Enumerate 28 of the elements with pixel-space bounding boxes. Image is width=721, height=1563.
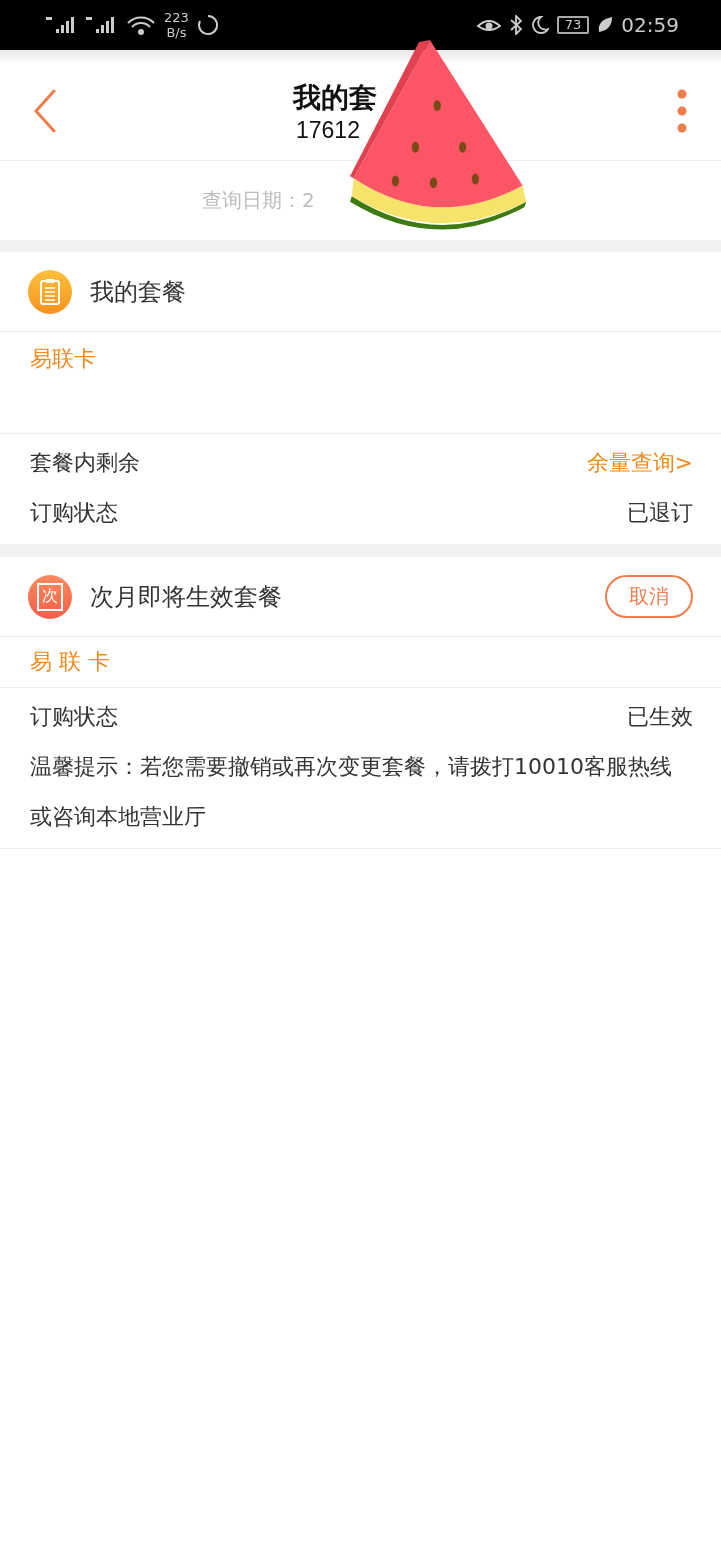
row-value: 已生效 xyxy=(627,703,693,731)
sync-icon xyxy=(196,14,219,36)
section-title: 我的套餐 xyxy=(90,276,187,308)
query-date: 查询日期：2 xyxy=(202,187,315,214)
wifi-icon xyxy=(126,15,156,35)
moon-icon xyxy=(530,15,549,35)
bluetooth-icon xyxy=(508,15,523,35)
back-button[interactable] xyxy=(32,89,58,133)
plan-name: 易联卡 xyxy=(30,345,96,373)
battery-indicator: 73 xyxy=(556,16,590,34)
row-label: 套餐内剩余 xyxy=(30,449,140,477)
network-speed: 223 xyxy=(164,10,189,25)
network-speed-unit: B/s xyxy=(166,25,187,40)
balance-query-link[interactable]: 余量查询> xyxy=(586,448,693,478)
plan-name: 易 联 卡 xyxy=(30,648,110,676)
row-label: 订购状态 xyxy=(30,703,118,731)
more-menu-button[interactable] xyxy=(677,89,687,133)
tip-text: 温馨提示：若您需要撤销或再次变更套餐，请拨打10010客服热线或咨询本地营业厅 xyxy=(30,753,673,831)
row-label: 订购状态 xyxy=(30,499,118,527)
page-title: 我的套 xyxy=(293,79,377,116)
clipboard-list-icon xyxy=(28,269,72,314)
clipboard-icon: 次 xyxy=(28,574,72,619)
clock-time: 02:59 xyxy=(621,13,679,37)
phone-number: 17612 xyxy=(295,116,360,144)
row-value: 已退订 xyxy=(627,499,693,527)
cancel-button[interactable]: 取消 xyxy=(605,575,693,618)
leaf-icon xyxy=(597,16,614,34)
section-title: 次月即将生效套餐 xyxy=(90,581,283,613)
